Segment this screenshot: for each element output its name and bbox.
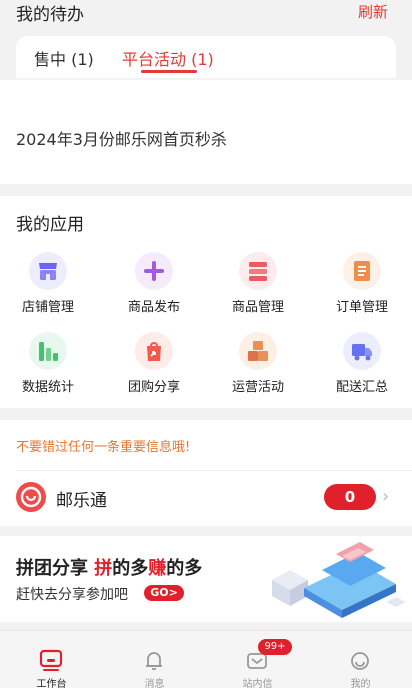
todo-header: 我的待办 刷新 — [0, 0, 412, 30]
todo-tabs: 售中 (1) 平台活动 (1) — [16, 36, 396, 78]
unread-count-badge[interactable]: 0 — [324, 484, 376, 510]
nav-mine[interactable]: 我的 — [309, 631, 412, 688]
tab-platform-activity[interactable]: 平台活动 (1) — [122, 46, 214, 70]
banner-subtitle: 赶快去分享参加吧 — [16, 587, 128, 603]
bar-chart-icon — [29, 332, 67, 370]
notice-text: 不要错过任何一条重要信息哦! — [16, 440, 191, 455]
app-label: 团购分享 — [127, 380, 180, 395]
inbox-unread-badge: 99+ — [258, 639, 292, 655]
workbench-icon — [39, 649, 63, 671]
order-icon — [343, 252, 381, 290]
banner-title-part: 拼团分享 — [16, 558, 88, 579]
truck-icon — [343, 332, 381, 370]
nav-inbox[interactable]: 99+ 站内信 — [206, 631, 309, 688]
group-share-banner[interactable]: 拼团分享 拼的多赚的多 赶快去分享参加吧 GO> — [0, 536, 412, 622]
nav-label: 我的 — [350, 679, 371, 688]
app-label: 店铺管理 — [21, 300, 74, 315]
banner-title: 拼团分享 拼的多赚的多 — [16, 554, 202, 580]
youle-service-name[interactable]: 邮乐通 — [56, 486, 107, 511]
app-label: 商品管理 — [231, 300, 284, 315]
tab-on-sale[interactable]: 售中 (1) — [34, 46, 94, 70]
todo-list: 2024年3月份邮乐网首页秒杀 — [0, 80, 412, 184]
app-product-management[interactable]: 商品管理 — [212, 252, 302, 315]
app-label: 运营活动 — [231, 380, 284, 395]
bottom-navigation: 工作台 消息 99+ 站内信 我的 — [0, 630, 412, 688]
app-label: 商品发布 — [127, 300, 180, 315]
banner-title-part: 的多 — [166, 558, 203, 579]
app-operation-activity[interactable]: 运营活动 — [212, 332, 302, 395]
app-label: 数据统计 — [21, 380, 74, 395]
nav-messages[interactable]: 消息 — [103, 631, 206, 688]
divider — [16, 470, 412, 471]
app-store-management[interactable]: 店铺管理 — [2, 252, 92, 315]
app-label: 订单管理 — [335, 300, 388, 315]
nav-label: 工作台 — [36, 679, 67, 688]
app-label: 配送汇总 — [335, 380, 388, 395]
banner-title-part: 的多 — [112, 558, 149, 579]
nav-label: 消息 — [144, 679, 165, 688]
notice-section: 不要错过任何一条重要信息哦! 邮乐通 0 › — [0, 420, 412, 526]
bell-icon — [146, 652, 162, 670]
app-delivery-summary[interactable]: 配送汇总 — [316, 332, 406, 395]
app-order-management[interactable]: 订单管理 — [316, 252, 406, 315]
active-tab-indicator — [141, 70, 197, 73]
app-data-statistics[interactable]: 数据统计 — [2, 332, 92, 395]
youle-logo-icon — [16, 482, 46, 512]
smile-icon — [351, 652, 369, 670]
banner-title-highlight: 拼 — [94, 558, 113, 579]
boxes-icon — [239, 332, 277, 370]
plus-icon — [135, 252, 173, 290]
cash-machine-illustration — [272, 542, 406, 618]
banner-go-button[interactable]: GO> — [144, 585, 184, 601]
nav-label: 站内信 — [242, 679, 273, 688]
apps-title: 我的应用 — [16, 215, 84, 235]
nav-workbench[interactable]: 工作台 — [0, 631, 103, 688]
list-icon — [239, 252, 277, 290]
banner-title-highlight: 赚 — [148, 558, 167, 579]
todo-title: 我的待办 — [16, 5, 84, 25]
refresh-button[interactable]: 刷新 — [358, 1, 388, 22]
chevron-right-icon[interactable]: › — [382, 486, 389, 507]
share-bag-icon — [135, 332, 173, 370]
app-product-publish[interactable]: 商品发布 — [108, 252, 198, 315]
todo-item[interactable]: 2024年3月份邮乐网首页秒杀 — [16, 126, 227, 150]
app-group-share[interactable]: 团购分享 — [108, 332, 198, 395]
store-icon — [29, 252, 67, 290]
my-apps-section: 我的应用 店铺管理 商品发布 商品管理 订单管理 数据统计 团购分享 运营活动 … — [0, 196, 412, 408]
